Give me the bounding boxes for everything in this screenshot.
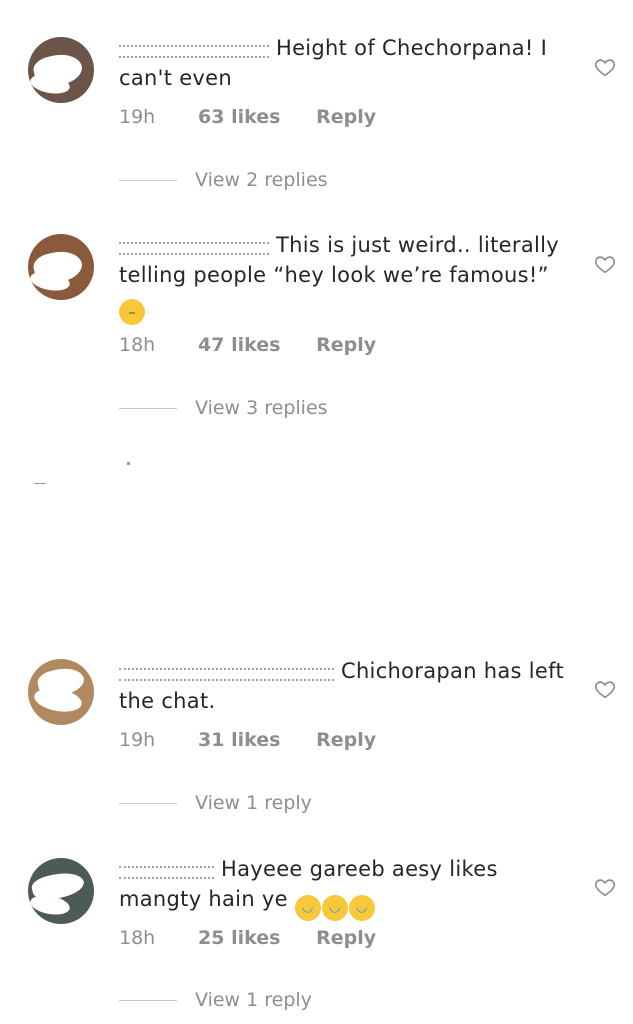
username-redacted[interactable] — [119, 42, 269, 58]
face-with-tears-of-joy-emoji: ◡ — [321, 895, 348, 921]
divider-line — [119, 408, 177, 409]
avatar[interactable] — [28, 659, 94, 725]
heart-outline-icon[interactable] — [594, 678, 616, 700]
likes-count[interactable]: 25 likes — [198, 927, 310, 949]
neutral-face-emoji: – — [119, 299, 145, 325]
likes-count[interactable]: 63 likes — [198, 106, 310, 128]
divider-line — [119, 803, 177, 804]
comment-text: Height of Chechorpana! I can't even — [119, 33, 564, 93]
comment-time: 18h — [119, 927, 156, 949]
comment-text: Chichorapan has left the chat. — [119, 656, 564, 716]
comment-time: 19h — [119, 106, 156, 128]
comment-meta: 19h 63 likes Reply — [119, 106, 376, 128]
view-replies-label: View 3 replies — [195, 397, 328, 419]
comment-meta: 18h 47 likes Reply — [119, 334, 376, 356]
view-replies-label: View 1 reply — [195, 792, 312, 814]
avatar[interactable] — [28, 37, 94, 103]
username-redacted[interactable] — [119, 239, 269, 255]
view-replies-button[interactable]: View 3 replies — [119, 397, 328, 419]
avatar[interactable] — [28, 234, 94, 300]
comment-text: This is just weird.. literally telling p… — [119, 230, 564, 325]
view-replies-button[interactable]: View 2 replies — [119, 169, 328, 191]
likes-count[interactable]: 31 likes — [198, 729, 310, 751]
heart-outline-icon[interactable] — [594, 876, 616, 898]
reply-button[interactable]: Reply — [316, 334, 376, 356]
scan-artifact — [34, 483, 46, 484]
reply-button[interactable]: Reply — [316, 729, 376, 751]
view-replies-button[interactable]: View 1 reply — [119, 792, 312, 814]
view-replies-button[interactable]: View 1 reply — [119, 989, 312, 1011]
comment-text: Hayeee gareeb aesy likes mangty hain ye … — [119, 854, 564, 921]
comment-time: 18h — [119, 334, 156, 356]
reply-button[interactable]: Reply — [316, 927, 376, 949]
view-replies-label: View 1 reply — [195, 989, 312, 1011]
divider-line — [119, 1000, 177, 1001]
face-with-tears-of-joy-emoji: ◡ — [294, 895, 321, 921]
scan-artifact — [127, 462, 130, 465]
view-replies-label: View 2 replies — [195, 169, 328, 191]
comment-meta: 18h 25 likes Reply — [119, 927, 376, 949]
comment-time: 19h — [119, 729, 156, 751]
reply-button[interactable]: Reply — [316, 106, 376, 128]
heart-outline-icon[interactable] — [594, 56, 616, 78]
face-with-tears-of-joy-emoji: ◡ — [348, 895, 375, 921]
username-redacted[interactable] — [119, 863, 214, 879]
comment-meta: 19h 31 likes Reply — [119, 729, 376, 751]
username-redacted[interactable] — [119, 665, 334, 681]
heart-outline-icon[interactable] — [594, 253, 616, 275]
avatar[interactable] — [28, 858, 94, 924]
likes-count[interactable]: 47 likes — [198, 334, 310, 356]
divider-line — [119, 180, 177, 181]
